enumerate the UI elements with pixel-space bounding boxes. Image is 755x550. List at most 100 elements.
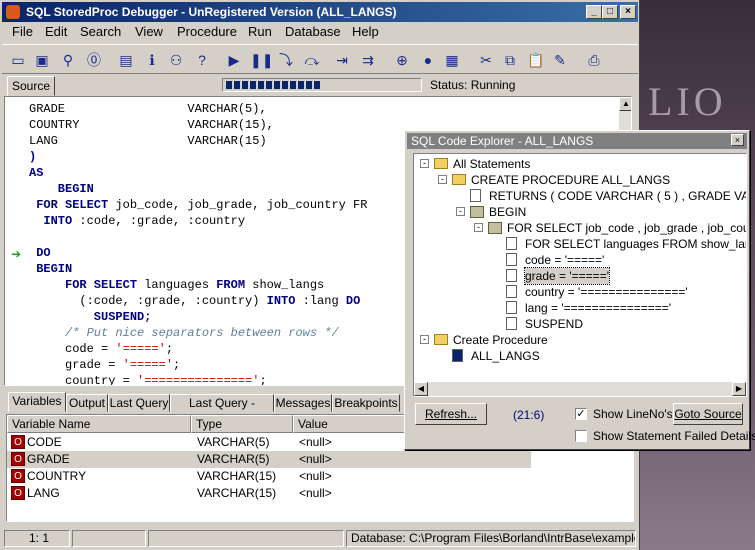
tree-icon[interactable]: ⚇ (166, 50, 186, 70)
open-icon[interactable]: ▭ (8, 50, 28, 70)
step-over-icon[interactable]: ⤼ (302, 50, 322, 70)
explorer-close-button[interactable]: × (731, 134, 744, 146)
code-line[interactable]: code = '====='; (29, 341, 367, 357)
variable-row[interactable]: O GRADE VARCHAR(5) <null> (7, 451, 531, 468)
close-button[interactable]: × (620, 5, 636, 19)
code-line[interactable]: DO (29, 245, 367, 261)
tree-expander-icon[interactable]: - (474, 223, 483, 232)
tab-messages[interactable]: Messages (274, 394, 332, 412)
show-failed-details-checkbox[interactable] (575, 430, 587, 442)
statement-tree[interactable]: - All Statements - CREATE PROCEDURE ALL_LAN… (413, 153, 747, 397)
minimize-button[interactable]: _ (586, 5, 602, 19)
tree-node[interactable]: lang = '===============' (414, 300, 746, 316)
code-line[interactable]: COUNTRY VARCHAR(15), (29, 117, 367, 133)
tree-node[interactable]: ALL_LANGS (414, 348, 746, 364)
tree-node[interactable]: - Create Procedure (414, 332, 746, 348)
menu-edit[interactable]: Edit (45, 24, 67, 39)
code-line[interactable]: grade = '====='; (29, 357, 367, 373)
tab-variables[interactable]: Variables (8, 392, 66, 412)
tree-node[interactable]: RETURNS ( CODE VARCHAR ( 5 ) , GRADE VAR… (414, 188, 746, 204)
menu-help[interactable]: Help (352, 24, 379, 39)
show-lineno-checkbox[interactable]: ✓ (575, 408, 587, 420)
find-icon[interactable]: ⚲ (58, 50, 78, 70)
code-line[interactable]: (:code, :grade, :country) INTO :lang DO (29, 293, 367, 309)
code-line[interactable]: ) (29, 149, 367, 165)
tree-node[interactable]: country = '===============' (414, 284, 746, 300)
code-line[interactable]: INTO :code, :grade, :country (29, 213, 367, 229)
breakpoint-icon[interactable]: ● (418, 50, 438, 70)
variable-row[interactable]: O LANG VARCHAR(15) <null> (7, 485, 531, 502)
variable-row[interactable]: O COUNTRY VARCHAR(15) <null> (7, 468, 531, 485)
menu-database[interactable]: Database (285, 24, 341, 39)
run-to-cursor-icon[interactable]: ⇥ (332, 50, 352, 70)
tree-node[interactable]: - BEGIN (414, 204, 746, 220)
title-bar[interactable]: SQL StoredProc Debugger - UnRegistered V… (2, 2, 638, 22)
col-header-name[interactable]: Variable Name (7, 415, 191, 433)
code-line[interactable]: FOR SELECT job_code, job_grade, job_coun… (29, 197, 367, 213)
menu-run[interactable]: Run (248, 24, 272, 39)
menu-file[interactable]: File (12, 24, 33, 39)
tree-expander-icon[interactable]: - (456, 207, 465, 216)
code-line[interactable]: BEGIN (29, 181, 367, 197)
tab-source[interactable]: Source (7, 76, 55, 96)
tree-expander-icon[interactable]: - (420, 335, 429, 344)
code-line[interactable]: GRADE VARCHAR(5), (29, 101, 367, 117)
tab-last-query-values[interactable]: Last Query - Values (170, 394, 274, 426)
step-into-icon[interactable]: ⤵ (276, 50, 296, 70)
run-icon[interactable]: ▶ (224, 50, 244, 70)
code-token: DO (29, 246, 51, 260)
code-line[interactable]: SUSPEND; (29, 309, 367, 325)
menu-search[interactable]: Search (80, 24, 121, 39)
col-header-type[interactable]: Type (191, 415, 293, 433)
tree-node[interactable]: code = '=====' (414, 252, 746, 268)
code-line[interactable]: AS (29, 165, 367, 181)
variable-type-badge: O (11, 469, 25, 483)
tree-node[interactable]: grade = '=====' (414, 267, 746, 285)
tree-node[interactable]: - All Statements (414, 156, 746, 172)
debug-icon[interactable]: ⇉ (358, 50, 378, 70)
progress-block (306, 81, 312, 89)
statement-icon (506, 301, 517, 314)
info-icon[interactable]: ℹ (142, 50, 162, 70)
pause-icon[interactable]: ❚❚ (250, 50, 273, 70)
scroll-left-icon[interactable]: ◀ (414, 382, 428, 396)
paste-icon[interactable]: 📋 (526, 50, 546, 70)
code-line[interactable] (29, 229, 367, 245)
tree-hscrollbar[interactable]: ◀ ▶ (414, 382, 746, 396)
copy-icon[interactable]: ⧉ (500, 50, 520, 70)
calculator-icon[interactable]: ▦ (442, 50, 462, 70)
clear-icon[interactable]: ✎ (550, 50, 570, 70)
properties-icon[interactable]: ⓪ (84, 50, 104, 70)
cut-icon[interactable]: ✂ (476, 50, 496, 70)
code-line[interactable]: FOR SELECT languages FROM show_langs (29, 277, 367, 293)
scroll-right-icon[interactable]: ▶ (732, 382, 746, 396)
print-icon[interactable]: ⎙ (584, 50, 604, 70)
explorer-title-bar[interactable]: SQL Code Explorer - ALL_LANGS × (407, 133, 747, 149)
tab-last-query[interactable]: Last Query (108, 394, 170, 412)
watch-icon[interactable]: ⊕ (392, 50, 412, 70)
editor-gutter[interactable] (5, 97, 29, 385)
goto-source-button[interactable]: Goto Source (673, 403, 743, 425)
code-line[interactable]: BEGIN (29, 261, 367, 277)
code-line[interactable]: country = '==============='; (29, 373, 367, 385)
tree-node[interactable]: SUSPEND (414, 316, 746, 332)
menu-procedure[interactable]: Procedure (177, 24, 237, 39)
save-icon[interactable]: ▣ (32, 50, 52, 70)
maximize-button[interactable]: □ (602, 5, 618, 19)
variable-type-badge: O (11, 486, 25, 500)
tree-expander-icon[interactable]: - (420, 159, 429, 168)
code-line[interactable]: /* Put nice separators between rows */ (29, 325, 367, 341)
code-line[interactable]: LANG VARCHAR(15) (29, 133, 367, 149)
refresh-button[interactable]: Refresh... (415, 403, 487, 425)
menu-view[interactable]: View (135, 24, 163, 39)
tab-output[interactable]: Output (66, 394, 108, 412)
tree-node[interactable]: - CREATE PROCEDURE ALL_LANGS (414, 172, 746, 188)
tree-node[interactable]: - FOR SELECT job_code , job_grade , job_c… (414, 220, 746, 236)
tree-expander-icon[interactable]: - (438, 175, 447, 184)
grid-icon[interactable]: ▤ (116, 50, 136, 70)
help-icon[interactable]: ? (192, 50, 212, 70)
tree-node[interactable]: FOR SELECT languages FROM show_langs (414, 236, 746, 252)
tab-breakpoints[interactable]: Breakpoints (332, 394, 400, 412)
code-text[interactable]: GRADE VARCHAR(5), COUNTRY VARCHAR(15), LAN… (29, 101, 367, 385)
scroll-up-icon[interactable]: ▲ (619, 97, 631, 111)
